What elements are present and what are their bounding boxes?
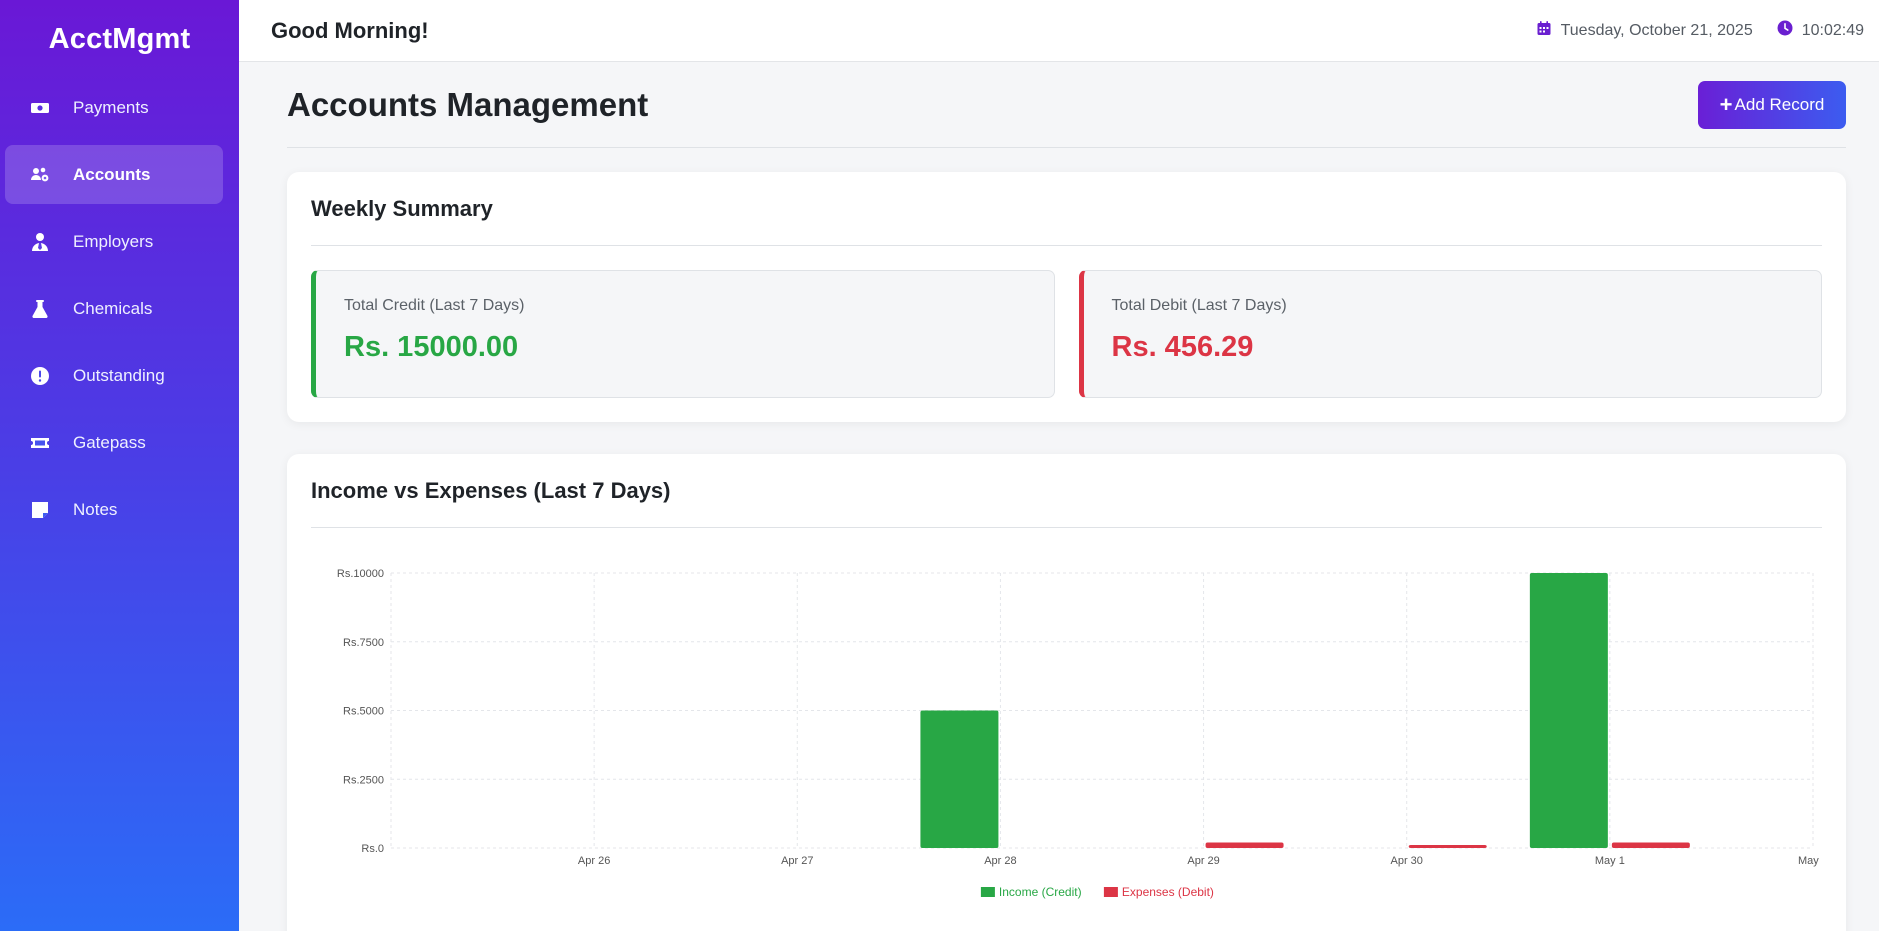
x-tick-label: May 2 bbox=[1798, 855, 1822, 867]
users-cog-icon bbox=[29, 164, 51, 186]
clock-icon bbox=[1777, 20, 1802, 41]
sidebar-item-notes[interactable]: Notes bbox=[5, 480, 223, 539]
sidebar-item-label: Outstanding bbox=[73, 365, 165, 385]
expense-bar bbox=[1205, 842, 1284, 848]
money-bill-icon bbox=[29, 97, 51, 119]
total-credit-box: Total Credit (Last 7 Days) Rs. 15000.00 bbox=[311, 270, 1055, 398]
time-display: 10:02:49 bbox=[1777, 20, 1864, 41]
income-bar bbox=[920, 710, 999, 848]
sidebar-item-label: Payments bbox=[73, 97, 149, 117]
sidebar-item-label: Employers bbox=[73, 231, 154, 251]
x-tick-label: Apr 29 bbox=[1187, 855, 1219, 867]
main-content: Accounts Management + Add Record Weekly … bbox=[287, 62, 1846, 931]
sidebar-item-accounts[interactable]: Accounts bbox=[5, 145, 223, 204]
sticky-note-icon bbox=[29, 499, 51, 521]
brand-logo[interactable]: AcctMgmt bbox=[0, 0, 239, 78]
total-credit-label: Total Credit (Last 7 Days) bbox=[344, 297, 525, 314]
add-record-button[interactable]: + Add Record bbox=[1698, 80, 1846, 129]
x-tick-label: Apr 26 bbox=[578, 855, 610, 867]
sidebar-item-label: Chemicals bbox=[73, 298, 153, 318]
weekly-summary-card: Weekly Summary Total Credit (Last 7 Days… bbox=[287, 172, 1846, 422]
sidebar-item-label: Accounts bbox=[73, 164, 151, 184]
sidebar-item-chemicals[interactable]: Chemicals bbox=[5, 279, 223, 338]
sidebar-item-payments[interactable]: Payments bbox=[5, 78, 223, 137]
expense-bar bbox=[1408, 845, 1487, 848]
legend-label: Income (Credit) bbox=[999, 885, 1082, 899]
topbar: Good Morning! Tuesday, October 21, 2025 … bbox=[239, 0, 1879, 62]
top-meta: Tuesday, October 21, 2025 10:02:49 bbox=[1512, 20, 1864, 41]
chart-container: Rs.0 Rs.2500 Rs.5000 Rs.7500 Rs.10000 Apr 26 A… bbox=[311, 528, 1828, 928]
page-header: Accounts Management + Add Record bbox=[287, 62, 1846, 148]
ticket-icon bbox=[29, 432, 51, 454]
total-credit-value: Rs. 15000.00 bbox=[344, 331, 519, 363]
add-record-label: Add Record bbox=[1734, 94, 1825, 114]
chart-title: Income vs Expenses (Last 7 Days) bbox=[311, 454, 1822, 528]
weekly-summary-title: Weekly Summary bbox=[311, 172, 1822, 246]
user-tie-icon bbox=[29, 231, 51, 253]
total-debit-label: Total Debit (Last 7 Days) bbox=[1111, 297, 1287, 314]
y-tick-label: Rs.5000 bbox=[343, 706, 384, 718]
expense-bar bbox=[1611, 842, 1690, 848]
summary-row: Total Credit (Last 7 Days) Rs. 15000.00 … bbox=[311, 270, 1822, 398]
x-tick-label: Apr 28 bbox=[984, 855, 1016, 867]
legend-swatch bbox=[1103, 887, 1118, 897]
sidebar-item-outstanding[interactable]: Outstanding bbox=[5, 346, 223, 405]
y-tick-label: Rs.7500 bbox=[343, 637, 384, 649]
exclamation-circle-icon bbox=[29, 365, 51, 387]
y-tick-label: Rs.10000 bbox=[337, 568, 384, 580]
income-expenses-chart: Rs.0 Rs.2500 Rs.5000 Rs.7500 Rs.10000 Apr 26 A… bbox=[337, 568, 1828, 899]
calendar-icon bbox=[1536, 20, 1561, 41]
x-tick-label: May 1 bbox=[1595, 855, 1625, 867]
sidebar: AcctMgmt Payments Accounts Employers Che… bbox=[0, 0, 239, 931]
sidebar-item-gatepass[interactable]: Gatepass bbox=[5, 413, 223, 472]
y-tick-label: Rs.2500 bbox=[343, 774, 384, 786]
x-tick-label: Apr 27 bbox=[781, 855, 813, 867]
x-tick-label: Apr 30 bbox=[1391, 855, 1423, 867]
total-debit-box: Total Debit (Last 7 Days) Rs. 456.29 bbox=[1078, 270, 1822, 398]
sidebar-item-label: Gatepass bbox=[73, 432, 146, 452]
plus-icon: + bbox=[1719, 91, 1733, 117]
date-text: Tuesday, October 21, 2025 bbox=[1560, 21, 1753, 39]
income-expenses-card: Income vs Expenses (Last 7 Days) Rs.0 Rs.… bbox=[287, 454, 1846, 931]
legend-label: Expenses (Debit) bbox=[1122, 885, 1214, 899]
y-tick-label: Rs.0 bbox=[361, 843, 384, 855]
sidebar-item-employers[interactable]: Employers bbox=[5, 212, 223, 271]
time-text: 10:02:49 bbox=[1801, 21, 1864, 39]
greeting-text: Good Morning! bbox=[271, 17, 429, 43]
sidebar-nav: Payments Accounts Employers Chemicals Ou… bbox=[0, 78, 239, 539]
date-display: Tuesday, October 21, 2025 bbox=[1536, 20, 1753, 41]
page-title: Accounts Management bbox=[287, 85, 649, 123]
total-debit-value: Rs. 456.29 bbox=[1111, 331, 1254, 363]
flask-icon bbox=[29, 298, 51, 320]
sidebar-item-label: Notes bbox=[73, 499, 118, 519]
legend-swatch bbox=[980, 887, 995, 897]
income-bar bbox=[1529, 573, 1608, 848]
